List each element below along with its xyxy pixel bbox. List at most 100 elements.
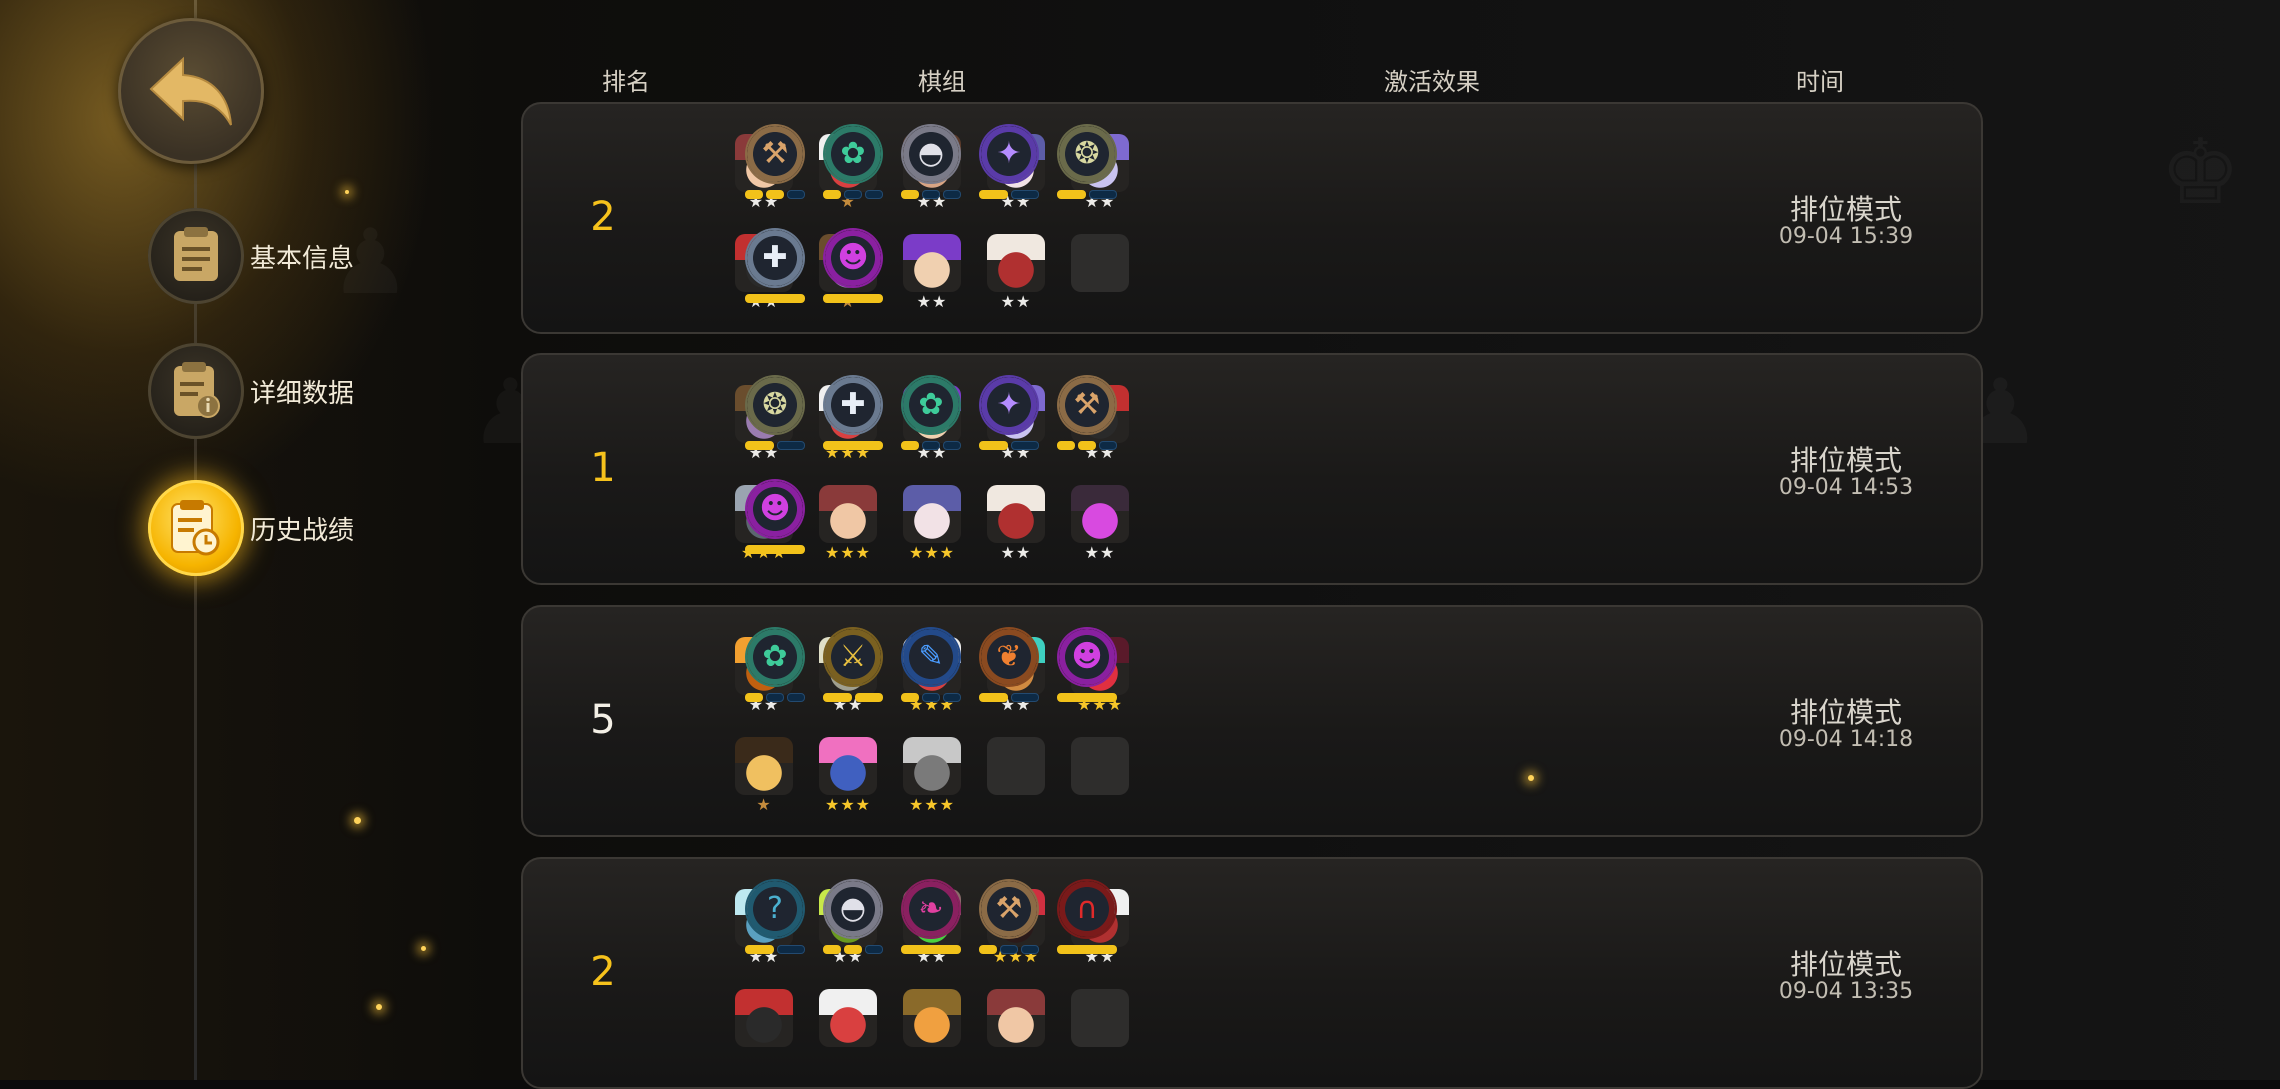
rank-value: 1: [590, 445, 616, 491]
unit-shadow-assassin[interactable]: ★★: [1071, 485, 1129, 565]
feather-trait-icon: ✎: [903, 629, 959, 685]
empty-unit-slot: [987, 737, 1045, 817]
trait-level-segment: [745, 945, 774, 954]
trait-level-segment: [901, 190, 919, 199]
unit-pale-wizard[interactable]: ★★★: [903, 485, 961, 565]
trait-level-bars: [979, 441, 1039, 450]
paw-trait-badge[interactable]: ✿: [901, 377, 961, 457]
unit-stars: ★★★: [824, 543, 872, 562]
empty-unit-slot: [1071, 737, 1129, 817]
unit-stars: [987, 1047, 1045, 1067]
nav-item-basic-info[interactable]: 基本信息: [148, 208, 354, 304]
back-button[interactable]: [118, 18, 264, 164]
trait-level-segment: [776, 441, 805, 450]
unit-golden-monk[interactable]: ★: [735, 737, 793, 817]
trait-level-bars: [823, 441, 883, 450]
match-row[interactable]: 2 ★★ ★★ ★★ ★★★ ★★? ◓ ❧ ⚒ ∩ 排位模式 09-04 13:35: [521, 857, 1983, 1089]
unit-purple-hair-gunner[interactable]: ★★: [903, 234, 961, 314]
trait-level-bars: [745, 294, 805, 303]
demon-trait-badge[interactable]: ☻: [1057, 629, 1117, 709]
trait-level-bars: [823, 294, 883, 303]
beetle-trait-icon: ❂: [1059, 126, 1115, 182]
unit-pink-hair-girl[interactable]: ★★★: [819, 737, 877, 817]
demon-trait-icon: ☻: [1059, 629, 1115, 685]
unit-stars: ★★: [916, 292, 948, 311]
match-row[interactable]: 2★★★★★★★★★★★★★★★★⚒✿◓✦❂✚☻排位模式09-04 15:39: [521, 102, 1983, 334]
empty-unit-slot: [1071, 989, 1129, 1069]
helmet-trait-badge[interactable]: ◓: [823, 881, 883, 961]
purple-hair-gunner-portrait-icon: [903, 234, 961, 292]
leaf-trait-badge[interactable]: ❦: [979, 629, 1039, 709]
trait-level-segment: [1021, 945, 1039, 954]
paw-trait-badge[interactable]: ✿: [745, 629, 805, 709]
unit-red-hat-rogue[interactable]: [735, 989, 793, 1069]
demon-trait-icon: ☻: [747, 481, 803, 537]
fishbone-trait-badge[interactable]: ✦: [979, 126, 1039, 206]
trait-level-segment: [979, 693, 1008, 702]
fishbone-trait-badge[interactable]: ✦: [979, 377, 1039, 457]
sparkle: [1528, 775, 1534, 781]
trait-level-segment: [1057, 190, 1086, 199]
axe-trait-badge[interactable]: ⚒: [1057, 377, 1117, 457]
fishbone-trait-icon: ✦: [981, 377, 1037, 433]
dragon-trait-badge[interactable]: ❧: [901, 881, 961, 961]
cross-trait-badge[interactable]: ✚: [823, 377, 883, 457]
beetle-trait-icon: ❂: [747, 377, 803, 433]
match-time: 09-04 15:39: [1778, 224, 1914, 249]
trait-level-bars: [1057, 945, 1117, 954]
twin-daggers-trait-badge[interactable]: ⚔: [823, 629, 883, 709]
helmet-trait-badge[interactable]: ◓: [901, 126, 961, 206]
trait-level-segment: [745, 441, 774, 450]
arch-trait-icon: ∩: [1059, 881, 1115, 937]
unit-bearded-warrior[interactable]: [987, 989, 1045, 1069]
arch-trait-badge[interactable]: ∩: [1057, 881, 1117, 961]
unit-skull-mage[interactable]: ★★: [987, 234, 1045, 314]
helmet-trait-icon: ◓: [825, 881, 881, 937]
trait-level-segment: [865, 945, 883, 954]
unit-elephant-knight[interactable]: ★★★: [903, 737, 961, 817]
feather-trait-badge[interactable]: ✎: [901, 629, 961, 709]
trait-level-bars: [979, 945, 1039, 954]
demon-trait-badge[interactable]: ☻: [823, 230, 883, 310]
unit-owl-druid[interactable]: [903, 989, 961, 1069]
trait-level-segment: [1010, 441, 1039, 450]
axe-trait-badge[interactable]: ⚒: [979, 881, 1039, 961]
demon-trait-badge[interactable]: ☻: [745, 481, 805, 561]
axe-trait-badge[interactable]: ⚒: [745, 126, 805, 206]
unit-stars: [903, 1047, 961, 1067]
trait-level-segment: [776, 945, 805, 954]
unit-bearded-warrior[interactable]: ★★★: [819, 485, 877, 565]
unit-skull-mage[interactable]: ★★: [987, 485, 1045, 565]
bearded-warrior-portrait-icon: [819, 485, 877, 543]
match-row[interactable]: 5 ★★ ★★ ★★★ ★★ ★★★ ★ ★★★ ★★★ ✿ ⚔ ✎ ❦ ☻ 排位模式 09-04 14:18: [521, 605, 1983, 837]
trait-level-segment: [1000, 945, 1018, 954]
match-row[interactable]: 1★★★★★★★★★★★★★★★★★★★★★★★★❂✚✿✦⚒☻排位模式09-04…: [521, 353, 1983, 585]
trait-level-bars: [823, 693, 883, 702]
trait-level-segment: [823, 294, 883, 303]
paw-trait-badge[interactable]: ✿: [823, 126, 883, 206]
rank-value: 5: [590, 697, 616, 743]
back-arrow-icon: [149, 56, 232, 126]
trait-level-segment: [1088, 190, 1117, 199]
header-traits: 激活效果: [1384, 68, 1480, 96]
history-clock-icon: [148, 480, 244, 576]
game-mode: 排位模式: [1789, 948, 1902, 981]
golden-monk-portrait-icon: [735, 737, 793, 795]
beetle-trait-badge[interactable]: ❂: [1057, 126, 1117, 206]
beetle-trait-badge[interactable]: ❂: [745, 377, 805, 457]
trait-level-segment: [901, 441, 919, 450]
trait-level-bars: [745, 441, 805, 450]
unit-white-sheep[interactable]: [819, 989, 877, 1069]
trait-level-segment: [1099, 441, 1117, 450]
rank-value: 2: [590, 949, 616, 995]
nav-item-detailed-data[interactable]: 详细数据: [148, 343, 354, 439]
question-trait-badge[interactable]: ?: [745, 881, 805, 961]
trait-level-bars: [745, 945, 805, 954]
unit-stars: ★: [756, 795, 772, 814]
cross-trait-badge[interactable]: ✚: [745, 230, 805, 310]
nav-item-history[interactable]: 历史战绩: [148, 480, 354, 576]
game-mode: 排位模式: [1789, 444, 1902, 477]
trait-level-segment: [922, 190, 940, 199]
game-mode: 排位模式: [1789, 696, 1902, 729]
match-time: 09-04 13:35: [1778, 979, 1914, 1004]
